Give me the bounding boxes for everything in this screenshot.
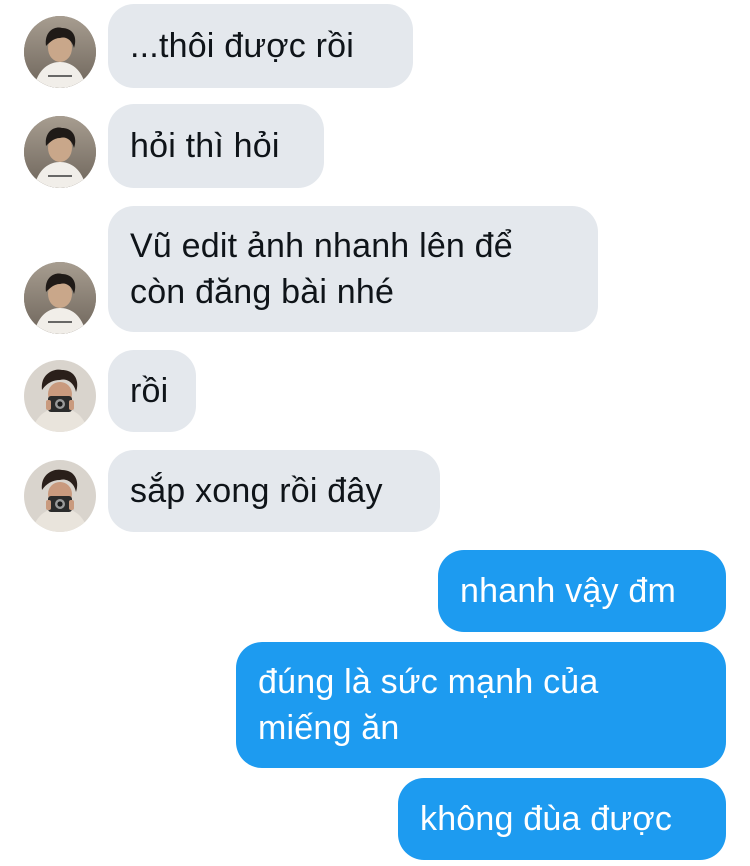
avatar-icon[interactable] <box>24 360 96 432</box>
message-text: không đùa được <box>420 800 673 838</box>
avatar-icon[interactable] <box>24 460 96 532</box>
message-bubble-incoming[interactable]: Vũ edit ảnh nhanh lên để còn đăng bài nh… <box>108 206 598 332</box>
message-bubble-outgoing[interactable]: nhanh vậy đm <box>438 550 726 632</box>
message-bubble-outgoing[interactable]: không đùa được <box>398 778 726 860</box>
message-text: đúng là sức mạnh của miếng ăn <box>258 663 599 747</box>
message-bubble-incoming[interactable]: sắp xong rồi đây <box>108 450 440 532</box>
message-text: nhanh vậy đm <box>460 572 676 610</box>
message-text: Vũ edit ảnh nhanh lên để còn đăng bài nh… <box>130 227 513 311</box>
message-text: ...thôi được rồi <box>130 27 355 65</box>
message-bubble-incoming[interactable]: rồi <box>108 350 196 432</box>
avatar-icon[interactable] <box>24 116 96 188</box>
message-text: sắp xong rồi đây <box>130 472 383 510</box>
message-bubble-incoming[interactable]: hỏi thì hỏi <box>108 104 324 188</box>
message-text: rồi <box>130 372 169 410</box>
message-bubble-incoming[interactable]: ...thôi được rồi <box>108 4 413 88</box>
avatar-icon[interactable] <box>24 16 96 88</box>
avatar-icon[interactable] <box>24 262 96 334</box>
message-bubble-outgoing[interactable]: đúng là sức mạnh của miếng ăn <box>236 642 726 768</box>
message-text: hỏi thì hỏi <box>130 127 280 165</box>
